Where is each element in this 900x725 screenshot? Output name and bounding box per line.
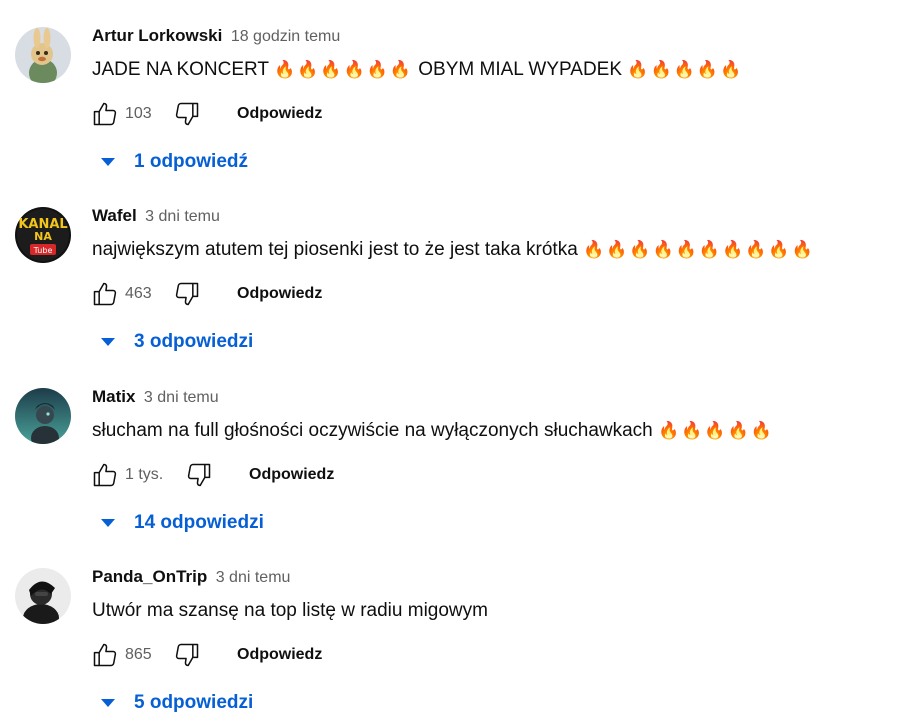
comment-text-part: największym atutem tej piosenki jest to …	[92, 239, 578, 260]
comment-toolbar: 103 Odpowiedz	[89, 94, 322, 134]
comment-header: Wafel 3 dni temu	[92, 204, 220, 228]
like-button[interactable]	[89, 98, 121, 130]
replies-count-label: 5 odpowiedzi	[134, 692, 254, 713]
comment-toolbar: 1 tys. Odpowiedz	[89, 455, 334, 495]
comment-thread: KANAL NA Tube Wafel 3 dni temu największ…	[0, 204, 900, 384]
caret-down-icon	[101, 338, 115, 346]
like-count: 463	[125, 285, 152, 302]
dislike-button[interactable]	[183, 459, 215, 491]
comments-section: Artur Lorkowski 18 godzin temu JADE NA K…	[0, 0, 900, 725]
comment-header: Matix 3 dni temu	[92, 385, 219, 409]
thumbs-up-icon	[93, 282, 117, 306]
avatar[interactable]: KANAL NA Tube	[15, 207, 71, 263]
svg-text:NA: NA	[34, 230, 52, 243]
thumbs-down-icon	[187, 463, 211, 487]
caret-down-icon	[101, 519, 115, 527]
comment-thread: Matix 3 dni temu słucham na full głośnoś…	[0, 385, 900, 565]
avatar[interactable]	[15, 388, 71, 444]
reply-button[interactable]: Odpowiedz	[237, 105, 322, 123]
avatar-image	[15, 27, 71, 83]
comment-header: Artur Lorkowski 18 godzin temu	[92, 24, 340, 48]
author-name[interactable]: Matix	[92, 387, 135, 406]
fire-emoji-group: 🔥🔥🔥🔥🔥🔥	[273, 60, 413, 79]
comment-text: JADE NA KONCERT 🔥🔥🔥🔥🔥🔥 OBYM MIAL WYPADEK…	[92, 56, 743, 84]
comment-time[interactable]: 3 dni temu	[216, 569, 291, 586]
dislike-button[interactable]	[171, 639, 203, 671]
view-replies-button[interactable]: 14 odpowiedzi	[96, 503, 264, 543]
comment-thread: Artur Lorkowski 18 godzin temu JADE NA K…	[0, 24, 900, 204]
fire-emoji-group: 🔥🔥🔥🔥🔥	[627, 60, 744, 79]
comment-text-part: JADE NA KONCERT	[92, 59, 269, 80]
reply-button[interactable]: Odpowiedz	[237, 285, 322, 303]
view-replies-button[interactable]: 3 odpowiedzi	[96, 322, 253, 362]
author-name[interactable]: Artur Lorkowski	[92, 26, 222, 45]
comment-text: Utwór ma szansę na top listę w radiu mig…	[92, 597, 488, 625]
avatar-image	[15, 568, 71, 624]
reply-button[interactable]: Odpowiedz	[249, 466, 334, 484]
author-name[interactable]: Panda_OnTrip	[92, 567, 207, 586]
comment-time[interactable]: 18 godzin temu	[231, 28, 340, 45]
thumbs-down-icon	[175, 643, 199, 667]
like-count: 103	[125, 105, 152, 122]
avatar[interactable]	[15, 27, 71, 83]
comment-text: słucham na full głośności oczywiście na …	[92, 417, 774, 445]
comment-text: największym atutem tej piosenki jest to …	[92, 236, 815, 264]
thumbs-up-icon	[93, 463, 117, 487]
dislike-button[interactable]	[171, 278, 203, 310]
thumbs-up-icon	[93, 643, 117, 667]
like-button[interactable]	[89, 278, 121, 310]
thumbs-up-icon	[93, 102, 117, 126]
comment-header: Panda_OnTrip 3 dni temu	[92, 565, 290, 589]
replies-count-label: 1 odpowiedź	[134, 151, 248, 172]
comment-text-part: słucham na full głośności oczywiście na …	[92, 420, 653, 441]
avatar[interactable]	[15, 568, 71, 624]
dislike-button[interactable]	[171, 98, 203, 130]
thumbs-down-icon	[175, 102, 199, 126]
replies-count-label: 3 odpowiedzi	[134, 331, 254, 352]
like-count: 1 tys.	[125, 466, 164, 483]
svg-text:Tube: Tube	[33, 246, 53, 255]
comment-time[interactable]: 3 dni temu	[145, 208, 220, 225]
comment-time[interactable]: 3 dni temu	[144, 389, 219, 406]
caret-down-icon	[101, 158, 115, 166]
caret-down-icon	[101, 699, 115, 707]
comment-toolbar: 865 Odpowiedz	[89, 635, 322, 675]
avatar-image: KANAL NA Tube	[15, 207, 71, 263]
avatar-image	[15, 388, 71, 444]
author-name[interactable]: Wafel	[92, 206, 137, 225]
comment-thread: Panda_OnTrip 3 dni temu Utwór ma szansę …	[0, 565, 900, 725]
like-button[interactable]	[89, 639, 121, 671]
like-count: 865	[125, 646, 152, 663]
fire-emoji-group: 🔥🔥🔥🔥🔥	[658, 421, 774, 440]
comment-text-part: Utwór ma szansę na top listę w radiu mig…	[92, 600, 488, 621]
comment-text-part: OBYM MIAL WYPADEK	[418, 59, 623, 80]
view-replies-button[interactable]: 1 odpowiedź	[96, 142, 248, 182]
fire-emoji-group: 🔥🔥🔥🔥🔥🔥🔥🔥🔥🔥	[583, 240, 815, 259]
comment-toolbar: 463 Odpowiedz	[89, 274, 322, 314]
thumbs-down-icon	[175, 282, 199, 306]
reply-button[interactable]: Odpowiedz	[237, 646, 322, 664]
view-replies-button[interactable]: 5 odpowiedzi	[96, 683, 253, 723]
replies-count-label: 14 odpowiedzi	[134, 512, 264, 533]
like-button[interactable]	[89, 459, 121, 491]
